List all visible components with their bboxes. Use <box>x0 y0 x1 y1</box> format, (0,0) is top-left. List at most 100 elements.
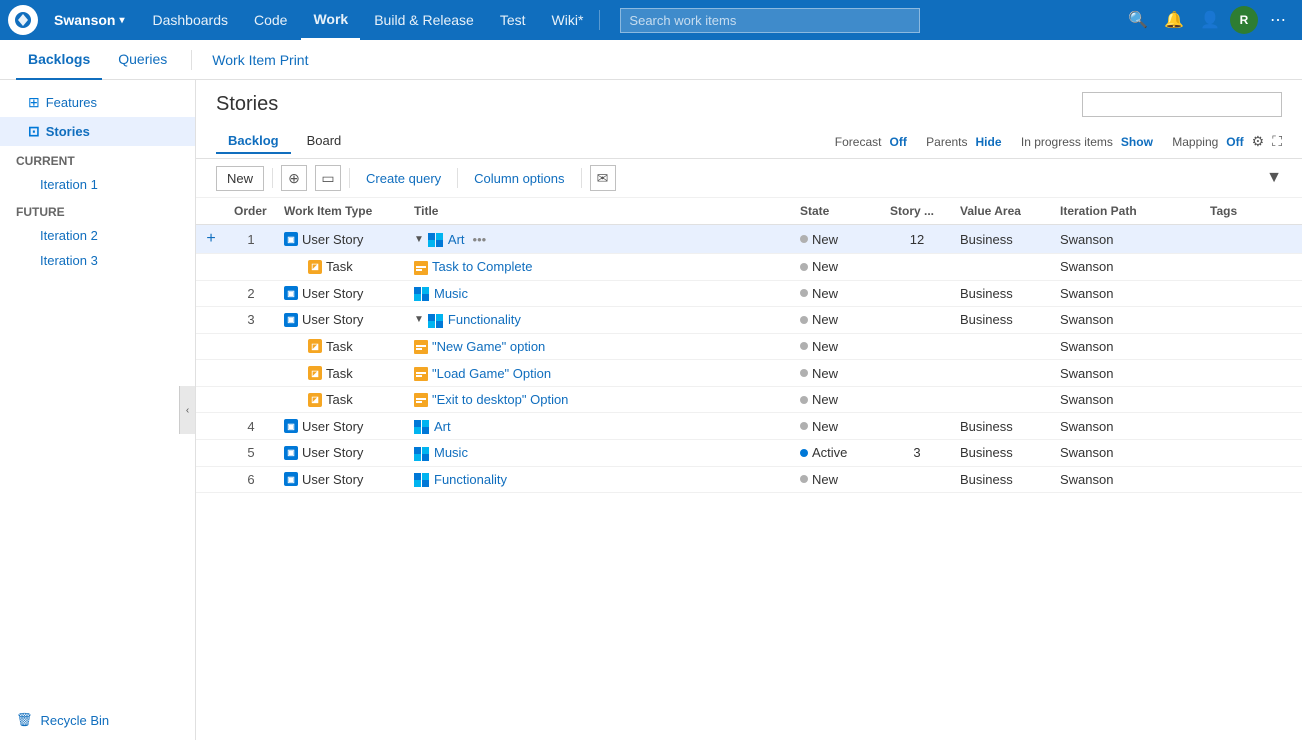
new-button[interactable]: New <box>216 166 264 191</box>
col-tags[interactable]: Tags <box>1202 198 1302 225</box>
content-toolbar: Backlog Board Forecast Off Parents Hide … <box>196 125 1302 159</box>
row-story-points <box>882 360 952 387</box>
col-type[interactable]: Work Item Type <box>276 198 406 225</box>
sidebar-iteration2[interactable]: Iteration 2 <box>0 223 195 248</box>
col-story-points[interactable]: Story ... <box>882 198 952 225</box>
row-title-link[interactable]: Music <box>434 445 468 460</box>
state-dot <box>800 342 808 350</box>
mapping-value[interactable]: Off <box>1226 135 1243 149</box>
row-type: ◪ Task <box>276 360 406 387</box>
sub-nav-backlogs[interactable]: Backlogs <box>16 40 102 80</box>
state-dot <box>800 422 808 430</box>
row-title-link[interactable]: Functionality <box>448 312 521 327</box>
forecast-value[interactable]: Off <box>889 135 906 149</box>
search-icon[interactable]: 🔍 <box>1122 4 1154 36</box>
create-query-button[interactable]: Create query <box>358 167 449 190</box>
row-title-link[interactable]: "New Game" option <box>432 339 545 354</box>
row-type: ▣ User Story <box>276 413 406 440</box>
row-title-link[interactable]: Art <box>448 232 465 247</box>
row-title-link[interactable]: "Load Game" Option <box>432 366 551 381</box>
table-row: ◪ Task Task to Complete New Swanson <box>196 254 1302 281</box>
row-story-points <box>882 307 952 334</box>
gear-icon[interactable]: ⚙ <box>1252 133 1265 150</box>
row-tags <box>1202 466 1302 493</box>
col-iteration-path[interactable]: Iteration Path <box>1052 198 1202 225</box>
row-type-label: User Story <box>302 312 363 327</box>
state-label: New <box>812 392 838 407</box>
project-name[interactable]: Swanson ▾ <box>46 12 133 28</box>
header-search-input[interactable] <box>1082 92 1282 117</box>
content-area: Stories Backlog Board Forecast Off Paren… <box>196 80 1302 740</box>
add-row-button[interactable]: + <box>206 230 215 247</box>
collapse-icon[interactable]: ▼ <box>414 314 424 325</box>
state-dot <box>800 449 808 457</box>
story-icon-inline <box>414 418 430 434</box>
sub-nav-queries[interactable]: Queries <box>106 40 179 80</box>
fullscreen-icon[interactable]: ⛶ <box>1272 133 1282 150</box>
sidebar-iteration1[interactable]: Iteration 1 <box>0 172 195 197</box>
recycle-bin[interactable]: 🗑 Recycle Bin <box>0 700 195 740</box>
nav-test[interactable]: Test <box>488 0 538 40</box>
row-tags <box>1202 307 1302 334</box>
content-header: Stories <box>196 80 1302 125</box>
app-logo[interactable] <box>8 5 38 35</box>
features-icon: ⊞ <box>28 94 40 111</box>
col-order[interactable]: Order <box>226 198 276 225</box>
row-state: New <box>792 225 882 254</box>
backlog-table: Order Work Item Type Title State Story .… <box>196 198 1302 493</box>
row-type: ◪ Task <box>276 386 406 413</box>
state-dot <box>800 369 808 377</box>
sidebar-item-stories[interactable]: ⊡ Stories <box>0 117 195 146</box>
collapse-sidebar-button[interactable]: ‹ <box>179 386 195 434</box>
nav-work[interactable]: Work <box>301 0 360 40</box>
col-value-area[interactable]: Value Area <box>952 198 1052 225</box>
tab-backlog[interactable]: Backlog <box>216 129 291 154</box>
table-row: ◪ Task "Exit to desktop" Option New Swan… <box>196 386 1302 413</box>
search-input[interactable] <box>620 8 920 33</box>
nav-separator <box>599 10 600 30</box>
row-tags <box>1202 439 1302 466</box>
col-state[interactable]: State <box>792 198 882 225</box>
collapse-icon[interactable]: ▼ <box>414 234 424 245</box>
row-story-points: 3 <box>882 439 952 466</box>
row-title-link[interactable]: Music <box>434 286 468 301</box>
column-options-button[interactable]: Column options <box>466 167 572 190</box>
sidebar-iteration3[interactable]: Iteration 3 <box>0 248 195 273</box>
task-type-icon: ◪ <box>308 339 322 353</box>
more-icon[interactable]: ⋯ <box>1262 4 1294 36</box>
row-type-label: User Story <box>302 419 363 434</box>
state-label: New <box>812 419 838 434</box>
nav-dashboards[interactable]: Dashboards <box>141 0 241 40</box>
more-options-icon[interactable]: ••• <box>473 232 487 247</box>
row-value-area: Business <box>952 225 1052 254</box>
right-icons: 🔍 🔔 👤 R ⋯ <box>1122 4 1294 36</box>
nav-build-release[interactable]: Build & Release <box>362 0 486 40</box>
row-type-label: Task <box>326 392 353 407</box>
add-child-icon[interactable]: ⊕ <box>281 165 307 191</box>
tab-board[interactable]: Board <box>295 129 354 154</box>
avatar[interactable]: R <box>1230 6 1258 34</box>
in-progress-value[interactable]: Show <box>1121 135 1153 149</box>
row-title-link[interactable]: "Exit to desktop" Option <box>432 392 568 407</box>
sub-nav-print[interactable]: Work Item Print <box>200 40 320 80</box>
nav-code[interactable]: Code <box>242 0 299 40</box>
sidebar-item-features[interactable]: ⊞ Features <box>0 88 195 117</box>
nav-wiki[interactable]: Wiki* <box>540 0 596 40</box>
row-order <box>226 254 276 281</box>
parents-value[interactable]: Hide <box>976 135 1002 149</box>
row-order: 1 <box>226 225 276 254</box>
story-type-icon: ▣ <box>284 446 298 460</box>
task-type-icon: ◪ <box>308 366 322 380</box>
remove-icon[interactable]: ▭ <box>315 165 341 191</box>
row-order: 4 <box>226 413 276 440</box>
user-icon[interactable]: 👤 <box>1194 4 1226 36</box>
col-title[interactable]: Title <box>406 198 792 225</box>
row-title-link[interactable]: Art <box>434 419 451 434</box>
row-title-link[interactable]: Task to Complete <box>432 259 532 274</box>
notifications-icon[interactable]: 🔔 <box>1158 4 1190 36</box>
top-nav-items: Dashboards Code Work Build & Release Tes… <box>141 0 596 40</box>
email-icon[interactable]: ✉ <box>590 165 616 191</box>
filter-icon[interactable]: ▼ <box>1266 169 1282 187</box>
row-tags <box>1202 225 1302 254</box>
row-title-link[interactable]: Functionality <box>434 472 507 487</box>
